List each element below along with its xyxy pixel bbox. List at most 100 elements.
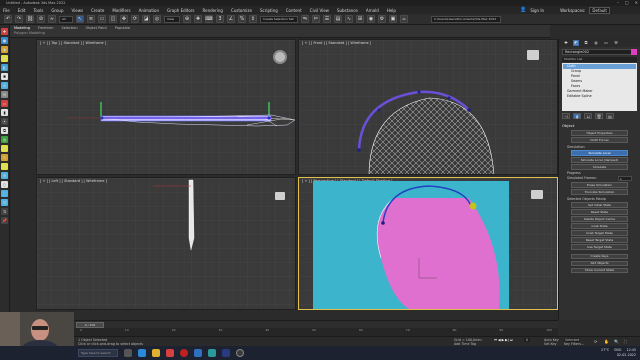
maximize-viewport-icon[interactable]: ⛶ — [624, 339, 627, 344]
motion-icon[interactable]: ◍ — [1, 136, 8, 143]
obs-icon[interactable] — [236, 349, 244, 357]
scene-explorer-icon[interactable]: ▤ — [334, 15, 342, 23]
menu-create[interactable]: Create — [91, 8, 104, 13]
selection-filter-dropdown[interactable]: All — [59, 15, 73, 23]
viewport-left[interactable]: [ + ] [ Left ] [ Standard ] [ Wireframe … — [36, 177, 296, 310]
select-by-name-icon[interactable]: ≡ — [87, 15, 95, 23]
material-editor-icon[interactable]: ◉ — [367, 15, 375, 23]
snap-icon[interactable]: ⦿ — [1, 118, 8, 125]
keyboard-shortcut-icon[interactable]: ⌨ — [205, 15, 213, 23]
rendered-frame-icon[interactable]: ▣ — [389, 15, 397, 23]
systems-icon[interactable]: ⚙ — [1, 91, 8, 98]
placement-icon[interactable]: ◎ — [153, 15, 161, 23]
edge-browser-icon[interactable] — [138, 349, 146, 357]
erase-simulation-button[interactable]: Erase Simulation — [571, 182, 628, 188]
user-icon[interactable]: 👤 — [520, 7, 526, 13]
maximize-button[interactable]: □ — [625, 0, 629, 5]
simulate-local-button[interactable]: Simulate Local — [571, 150, 628, 156]
ribbon-tab-selection[interactable]: Selection — [62, 26, 78, 30]
pivot-center-icon[interactable]: ⊕ — [183, 15, 191, 23]
helpers-icon[interactable]: ✱ — [1, 73, 8, 80]
menu-civil-view[interactable]: Civil View — [310, 8, 329, 13]
create-tab-icon[interactable]: ✚ — [563, 40, 569, 46]
curve-editor-icon[interactable]: ∿ — [345, 15, 353, 23]
selection-set-dropdown[interactable]: Create Selection Set — [260, 15, 298, 23]
use-target-state-button[interactable]: Use Target State — [571, 244, 628, 250]
menu-scripting[interactable]: Scripting — [260, 8, 278, 13]
truncate-simulation-button[interactable]: Truncate Simulation — [571, 189, 628, 195]
utilities-icon[interactable]: ▮ — [1, 109, 8, 116]
record-icon[interactable] — [180, 349, 188, 357]
hide-icon[interactable]: ◌ — [1, 181, 8, 188]
isolate-icon[interactable]: ◐ — [1, 145, 8, 152]
menu-content[interactable]: Content — [286, 8, 302, 13]
remove-modifier-icon[interactable]: 🗑 — [595, 113, 603, 119]
sign-in-link[interactable]: Sign In — [530, 8, 544, 13]
menu-graph-editors[interactable]: Graph Editors — [167, 8, 194, 13]
menu-help[interactable]: Help — [387, 8, 396, 13]
rotate-icon[interactable]: ⟳ — [131, 15, 139, 23]
rectangle-selection-icon[interactable]: ▭ — [98, 15, 106, 23]
scale-icon[interactable]: ◪ — [142, 15, 150, 23]
taskbar-search-input[interactable]: Type here to search — [78, 349, 118, 357]
modifier-list-dropdown[interactable]: Modifier List — [562, 57, 637, 62]
select-manipulate-icon[interactable]: ✚ — [194, 15, 202, 23]
menu-views[interactable]: Views — [72, 8, 84, 13]
container-icon[interactable]: ⬚ — [1, 190, 8, 197]
system-tray[interactable]: 27°C ENG 12:45 02-02-2022 — [601, 348, 636, 357]
motion-tab-icon[interactable]: ◍ — [593, 40, 599, 46]
hierarchy-icon[interactable]: ⧉ — [1, 127, 8, 134]
show-current-state-button[interactable]: Show Current State — [571, 267, 628, 273]
move-icon[interactable]: ✥ — [120, 15, 128, 23]
project-path-field[interactable]: C:\Users\Users\Documents\3ds Max 2022 — [431, 15, 501, 23]
make-unique-icon[interactable]: ⊔ — [584, 113, 592, 119]
workspaces-dropdown[interactable]: Default — [589, 6, 610, 14]
modify-tab-icon[interactable]: ◩ — [573, 39, 579, 46]
spacewarps-icon[interactable]: ≋ — [1, 82, 8, 89]
spinner-snap-icon[interactable]: ⇕ — [249, 15, 257, 23]
time-slider[interactable]: 0 / 100 — [74, 320, 558, 328]
hierarchy-tab-icon[interactable]: ⧉ — [583, 40, 589, 46]
ribbon-tab-populate[interactable]: Populate — [115, 26, 130, 30]
orbit-icon[interactable]: ⟳ — [594, 339, 597, 344]
show-end-result-icon[interactable]: ▮ — [573, 113, 581, 119]
chrome-icon[interactable] — [166, 349, 174, 357]
render-icon[interactable]: ☕ — [400, 15, 408, 23]
create-keys-button[interactable]: Create Keys — [571, 253, 628, 259]
cameras-icon[interactable]: ◧ — [1, 64, 8, 71]
undo-icon[interactable]: ↶ — [4, 15, 12, 23]
menu-customize[interactable]: Customize — [231, 8, 252, 13]
simulate-button[interactable]: Simulate — [571, 164, 628, 170]
menu-edit[interactable]: Edit — [18, 8, 26, 13]
grab-state-button[interactable]: Grab State — [571, 223, 628, 229]
bind-space-warp-icon[interactable]: ≈ — [48, 15, 56, 23]
play-controls[interactable]: ⏮ ◀ ▶ ▶| ⏭ — [494, 338, 513, 342]
pin-icon[interactable]: 📌 — [1, 217, 8, 224]
set-initial-state-button[interactable]: Set Initial State — [571, 202, 628, 208]
unlink-icon[interactable]: ⊘ — [37, 15, 45, 23]
simulate-local-damped-button[interactable]: Simulate Local (damped) — [571, 157, 628, 163]
redo-icon[interactable]: ↷ — [15, 15, 23, 23]
align-icon[interactable]: ⊨ — [312, 15, 320, 23]
angle-snap-icon[interactable]: ∠ — [227, 15, 235, 23]
window-crossing-icon[interactable]: ◫ — [109, 15, 117, 23]
track-bar[interactable]: 0 10 20 30 40 50 60 70 80 90 100 — [74, 328, 558, 336]
reset-state-button[interactable]: Reset State — [571, 209, 628, 215]
snaps-toggle-icon[interactable]: 3 — [216, 15, 224, 23]
menu-modifiers[interactable]: Modifiers — [112, 8, 130, 13]
pan-icon[interactable]: ✋ — [604, 339, 609, 344]
menu-tools[interactable]: Tools — [33, 8, 43, 13]
delete-object-cache-button[interactable]: Delete Object Cache — [571, 216, 628, 222]
mini-listener-icon[interactable]: ✎ — [1, 154, 8, 161]
ribbon-tab-modeling[interactable]: Modeling — [14, 26, 30, 30]
schematic-view-icon[interactable]: ⊞ — [356, 15, 364, 23]
menu-file[interactable]: File — [3, 8, 10, 13]
object-properties-button[interactable]: Object Properties — [571, 130, 628, 136]
task-view-icon[interactable] — [124, 349, 132, 357]
ribbon-tab-object-paint[interactable]: Object Paint — [86, 26, 107, 30]
geometry-icon[interactable]: ● — [1, 37, 8, 44]
lights-icon[interactable]: ☀ — [1, 55, 8, 62]
sort-icon[interactable]: ⇅ — [1, 208, 8, 215]
brush-icon[interactable]: ✐ — [1, 163, 8, 170]
freeze-icon[interactable]: ❄ — [1, 172, 8, 179]
